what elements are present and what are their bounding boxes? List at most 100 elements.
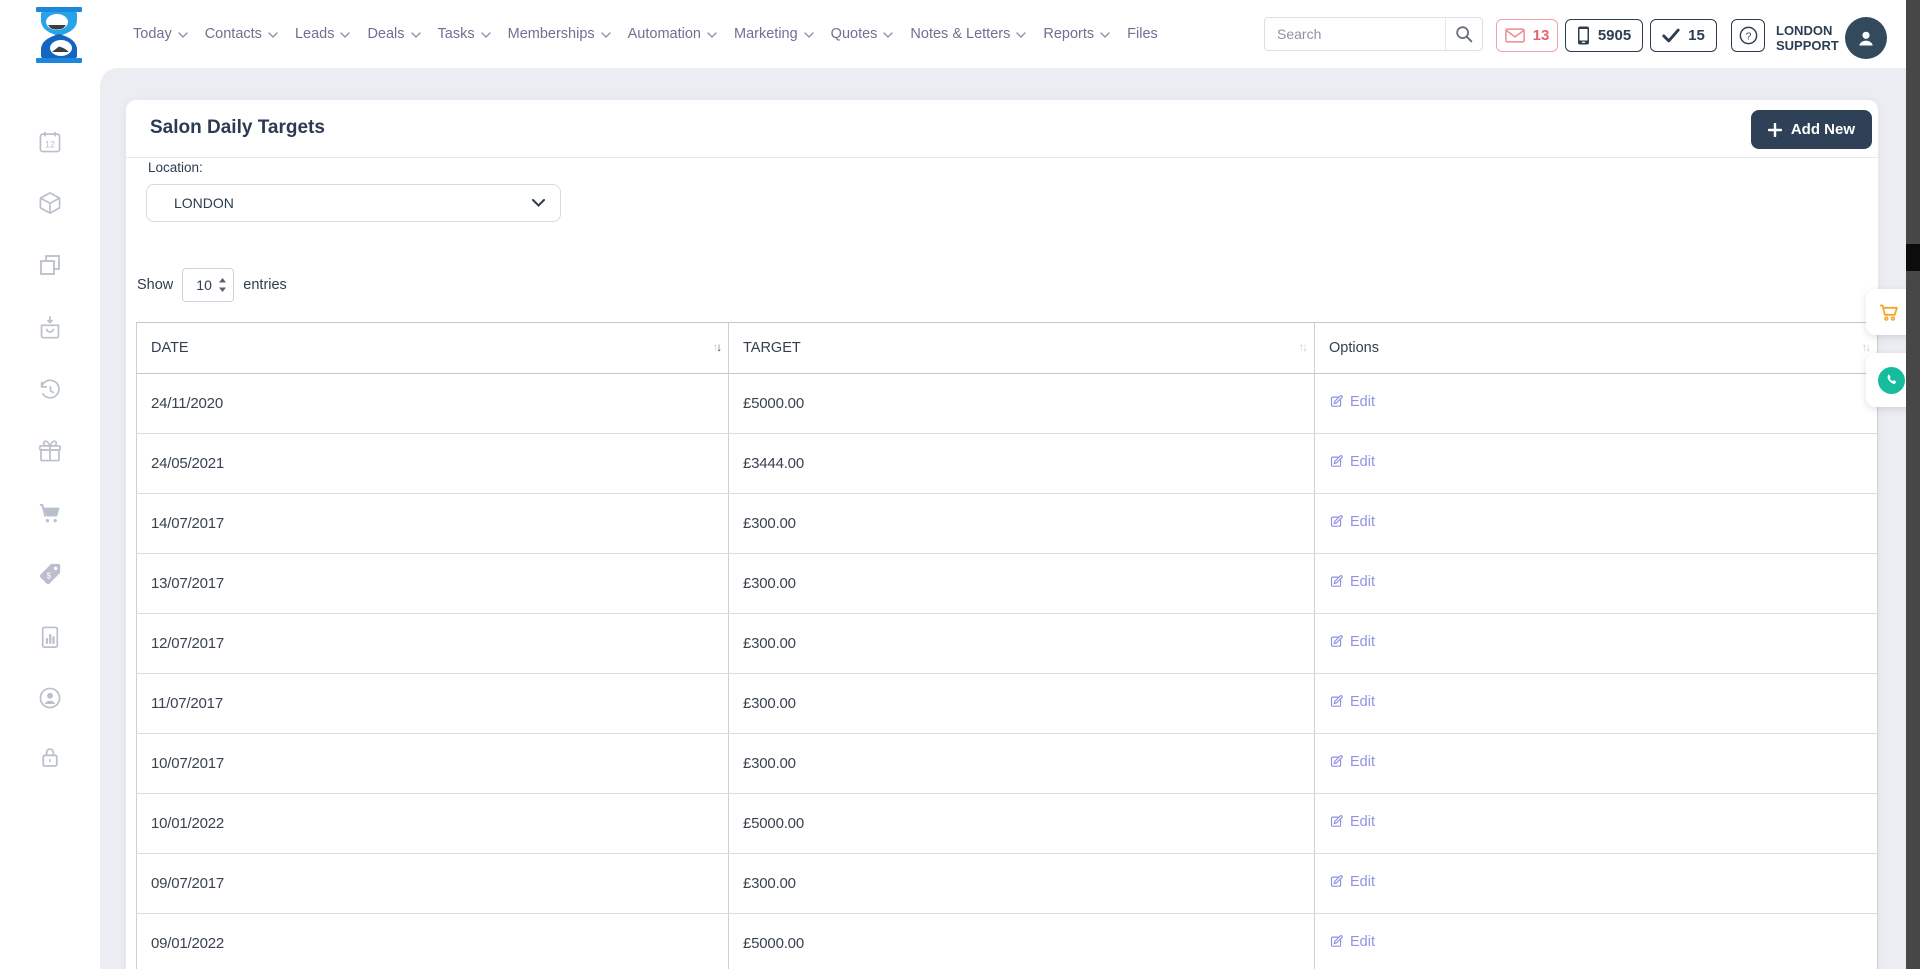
column-header-date[interactable]: DATE ↑↓ (137, 323, 729, 374)
nav-item-files[interactable]: Files (1127, 26, 1158, 42)
nav-item-notes-letters[interactable]: Notes & Letters (910, 26, 1026, 42)
edit-link[interactable]: Edit (1329, 514, 1375, 530)
avatar[interactable] (1845, 17, 1887, 59)
main-content-area: Salon Daily Targets Add New Location: LO… (100, 68, 1906, 969)
header-divider (126, 157, 1878, 158)
tasks-count: 15 (1688, 27, 1705, 44)
messages-badge[interactable]: 13 (1496, 19, 1558, 52)
target-cell: £5000.00 (729, 914, 1315, 969)
nav-item-leads[interactable]: Leads (295, 26, 351, 42)
targets-table-wrap: DATE ↑↓ TARGET ↑↓ Options ↑↓ 24/11/20 (136, 322, 1877, 969)
date-cell: 09/01/2022 (137, 914, 729, 969)
nav-item-label: Leads (295, 26, 335, 42)
edit-link[interactable]: Edit (1329, 394, 1375, 410)
nav-item-deals[interactable]: Deals (367, 26, 420, 42)
options-cell: Edit (1315, 434, 1878, 494)
calls-count: 5905 (1598, 27, 1631, 44)
nav-item-automation[interactable]: Automation (628, 26, 717, 42)
tasks-badge[interactable]: 15 (1650, 19, 1717, 52)
edit-icon (1329, 814, 1344, 829)
nav-item-tasks[interactable]: Tasks (438, 26, 491, 42)
date-cell: 13/07/2017 (137, 554, 729, 614)
nav-item-label: Deals (367, 26, 404, 42)
nav-item-quotes[interactable]: Quotes (831, 26, 894, 42)
options-cell: Edit (1315, 914, 1878, 969)
date-cell: 24/11/2020 (137, 374, 729, 434)
target-cell: £300.00 (729, 854, 1315, 914)
cart-icon[interactable] (37, 500, 64, 527)
search-icon (1454, 24, 1474, 44)
add-new-button[interactable]: Add New (1751, 110, 1872, 149)
nav-item-marketing[interactable]: Marketing (734, 26, 814, 42)
page-scrollbar[interactable] (1906, 0, 1920, 969)
target-cell: £300.00 (729, 734, 1315, 794)
column-header-target[interactable]: TARGET ↑↓ (729, 323, 1315, 374)
nav-item-label: Memberships (508, 26, 595, 42)
history-icon[interactable] (37, 376, 64, 403)
package-icon[interactable] (37, 190, 64, 217)
chevron-down-icon (707, 32, 717, 38)
nav-item-label: Tasks (438, 26, 475, 42)
date-cell: 24/05/2021 (137, 434, 729, 494)
date-cell: 10/01/2022 (137, 794, 729, 854)
table-row: 10/01/2022£5000.00 Edit (137, 794, 1878, 854)
column-header-options[interactable]: Options ↑↓ (1315, 323, 1878, 374)
page-size-select[interactable]: 10 (182, 268, 234, 302)
salon-daily-targets-card: Salon Daily Targets Add New Location: LO… (126, 100, 1878, 969)
app-logo-hourglass-icon[interactable] (33, 7, 85, 63)
bag-return-icon[interactable] (37, 314, 64, 341)
edit-link[interactable]: Edit (1329, 634, 1375, 650)
options-cell: Edit (1315, 374, 1878, 434)
calendar-icon[interactable] (37, 129, 64, 156)
scrollbar-thumb[interactable] (1906, 244, 1920, 271)
chevron-down-icon (804, 32, 814, 38)
nav-item-label: Contacts (205, 26, 262, 42)
nav-item-memberships[interactable]: Memberships (508, 26, 611, 42)
account-icon[interactable] (37, 685, 64, 712)
table-row: 10/07/2017£300.00Edit (137, 734, 1878, 794)
price-tag-icon[interactable] (37, 561, 64, 588)
table-row: 24/05/2021£3444.00Edit (137, 434, 1878, 494)
messages-count: 13 (1533, 27, 1550, 44)
target-cell: £300.00 (729, 494, 1315, 554)
edit-link[interactable]: Edit (1329, 934, 1375, 950)
user-name: LONDON SUPPORT (1776, 23, 1839, 53)
edit-icon (1329, 514, 1344, 529)
gift-icon[interactable] (37, 438, 64, 465)
edit-link[interactable]: Edit (1329, 574, 1375, 590)
location-select[interactable]: LONDON (146, 184, 561, 222)
help-button[interactable]: ? (1731, 19, 1765, 52)
nav-item-label: Quotes (831, 26, 878, 42)
edit-link[interactable]: Edit (1329, 454, 1375, 470)
entries-label: entries (243, 277, 287, 293)
show-label: Show (137, 277, 173, 293)
mobile-phone-icon (1577, 26, 1590, 45)
search-input[interactable] (1265, 18, 1445, 50)
copies-icon[interactable] (37, 252, 64, 279)
envelope-icon (1505, 28, 1525, 43)
edit-icon (1329, 454, 1344, 469)
edit-link[interactable]: Edit (1329, 874, 1375, 890)
target-cell: £5000.00 (729, 794, 1315, 854)
question-icon: ? (1738, 25, 1759, 46)
nav-item-reports[interactable]: Reports (1043, 26, 1110, 42)
lock-icon[interactable] (37, 744, 64, 771)
options-cell: Edit (1315, 674, 1878, 734)
nav-item-contacts[interactable]: Contacts (205, 26, 278, 42)
edit-link[interactable]: Edit (1329, 694, 1375, 710)
edit-link[interactable]: Edit (1329, 754, 1375, 770)
chevron-down-icon (481, 32, 491, 38)
nav-item-today[interactable]: Today (133, 26, 188, 42)
report-icon[interactable] (37, 624, 64, 651)
chevron-down-icon (1016, 32, 1026, 38)
edit-link[interactable]: Edit (1329, 814, 1375, 830)
sort-arrows-icon: ↑↓ (1862, 342, 1870, 354)
search-button[interactable] (1445, 18, 1482, 50)
chevron-down-icon (178, 32, 188, 38)
calls-badge[interactable]: 5905 (1565, 19, 1643, 52)
svg-text:?: ? (1745, 30, 1751, 42)
options-cell: Edit (1315, 614, 1878, 674)
targets-table: DATE ↑↓ TARGET ↑↓ Options ↑↓ 24/11/20 (136, 322, 1878, 969)
nav-item-label: Today (133, 26, 172, 42)
table-row: 13/07/2017£300.00Edit (137, 554, 1878, 614)
